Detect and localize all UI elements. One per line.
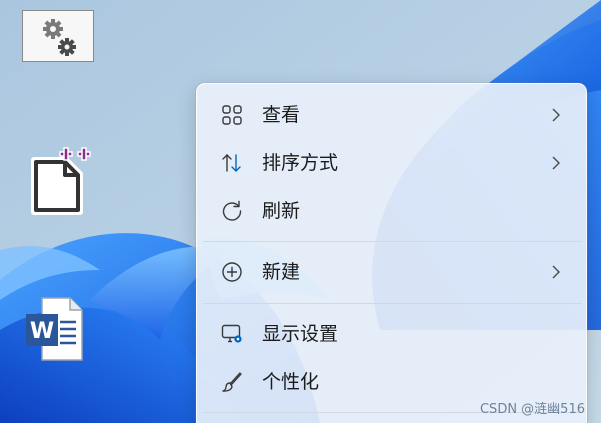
- plus-circle-icon: [222, 262, 242, 282]
- display-settings-icon: [221, 324, 242, 343]
- grid-view-icon: [222, 105, 242, 125]
- menu-item-label: 新建: [262, 261, 301, 283]
- menu-item-label: 排序方式: [262, 152, 339, 174]
- menu-separator: [203, 303, 582, 304]
- new-file-plus-icon: [31, 147, 91, 215]
- menu-item-label: 显示设置: [262, 323, 339, 345]
- chevron-right-icon: [552, 108, 560, 122]
- settings-shortcut-icon[interactable]: [22, 10, 94, 62]
- gears-icon: [43, 19, 76, 56]
- watermark-text: CSDN @涟幽516: [479, 402, 585, 417]
- chevron-right-icon: [552, 156, 560, 170]
- menu-item-label: 查看: [262, 104, 301, 126]
- menu-item-sort-by[interactable]: 排序方式: [202, 142, 583, 184]
- menu-item-label: 个性化: [262, 371, 320, 393]
- menu-item-display-settings[interactable]: 显示设置: [202, 313, 583, 355]
- brush-icon: [222, 372, 242, 392]
- chevron-right-icon: [552, 265, 560, 279]
- sort-arrows-icon: [222, 154, 241, 172]
- svg-text:W: W: [30, 319, 54, 344]
- menu-item-personalize[interactable]: 个性化: [202, 361, 583, 403]
- new-file-shortcut-icon[interactable]: [28, 146, 96, 216]
- desktop[interactable]: W 查看 排序方式 刷新 新建 显示设置 个性化 CSDN @涟幽516: [0, 0, 601, 423]
- refresh-icon: [222, 200, 242, 221]
- menu-item-label: 刷新: [262, 200, 301, 222]
- menu-separator: [203, 241, 582, 242]
- menu-item-view[interactable]: 查看: [202, 94, 583, 136]
- menu-item-refresh[interactable]: 刷新: [202, 190, 583, 232]
- word-document-icon[interactable]: W: [24, 296, 86, 362]
- word-icon: W: [26, 297, 83, 361]
- context-menu: 查看 排序方式 刷新 新建 显示设置 个性化: [196, 83, 587, 423]
- menu-item-new[interactable]: 新建: [202, 251, 583, 293]
